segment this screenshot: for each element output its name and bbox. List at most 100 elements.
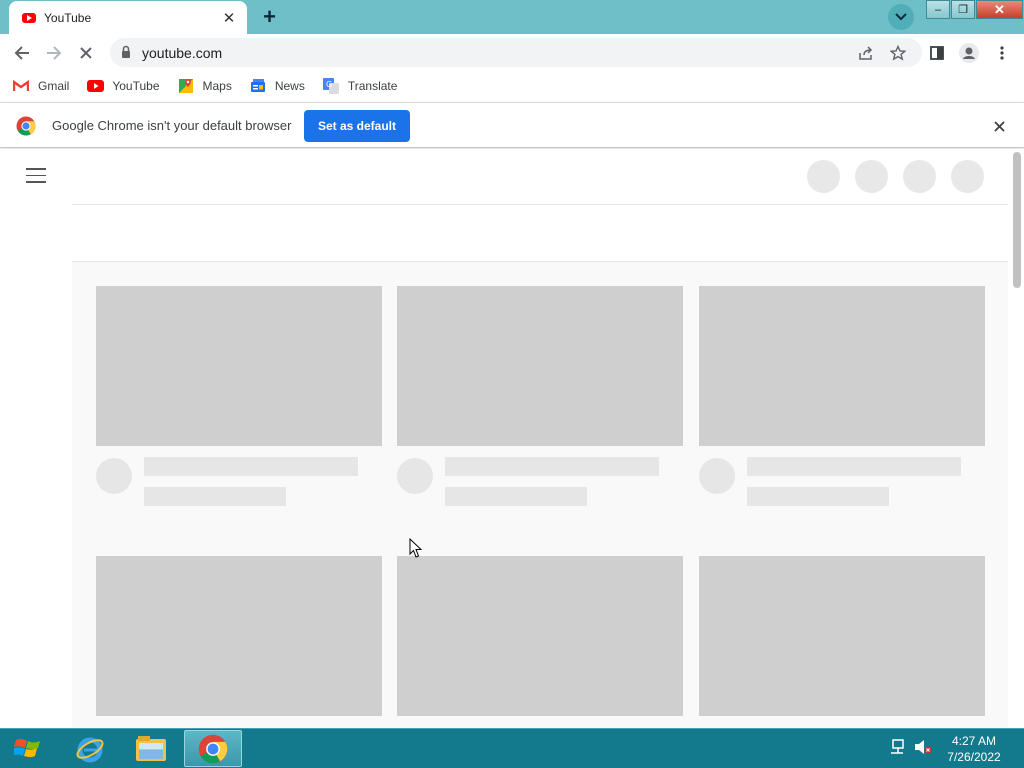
avatar-placeholder [699, 458, 735, 494]
bookmark-news[interactable]: News [249, 78, 305, 94]
page-scrollbar[interactable] [1010, 149, 1024, 728]
header-placeholder-circle [807, 160, 840, 193]
bookmark-translate[interactable]: G Translate [322, 77, 398, 94]
title-placeholder [445, 457, 659, 476]
tab-title: YouTube [44, 10, 92, 25]
title-bar: YouTube ✕ + – ❐ ✕ [0, 0, 1024, 34]
share-icon [859, 46, 873, 60]
close-icon [993, 120, 1005, 132]
thumbnail-placeholder [96, 286, 382, 446]
bookmarks-bar: Gmail YouTube Maps News G Translate [0, 70, 1024, 101]
taskbar: 4:27 AM 7/26/2022 [0, 728, 1024, 768]
thumbnail-placeholder [96, 556, 382, 716]
thumbnail-placeholder [699, 556, 985, 716]
bookmark-label: Translate [347, 78, 398, 93]
share-button[interactable] [856, 43, 876, 63]
star-icon [890, 45, 906, 61]
menu-icon[interactable] [26, 168, 46, 183]
bookmark-gmail[interactable]: Gmail [12, 78, 69, 94]
maps-icon [177, 78, 195, 94]
internet-explorer-icon [76, 737, 104, 762]
address-bar[interactable]: youtube.com [110, 38, 922, 67]
minimize-button[interactable]: – [926, 0, 950, 19]
taskbar-internet-explorer[interactable] [61, 730, 119, 767]
side-panel-icon [930, 46, 944, 60]
infobar-close-button[interactable] [990, 117, 1008, 135]
youtube-page [0, 149, 1024, 728]
gmail-icon [12, 78, 30, 94]
divider [72, 204, 1008, 205]
close-icon [80, 47, 92, 59]
translate-icon: G [322, 77, 340, 94]
video-card-placeholder [96, 286, 382, 516]
video-card-placeholder [96, 556, 382, 716]
header-placeholder-circle [903, 160, 936, 193]
windows-logo-icon [14, 738, 40, 758]
system-tray [888, 739, 932, 755]
avatar-placeholder [397, 458, 433, 494]
window-controls: – ❐ ✕ [926, 0, 1024, 20]
youtube-icon [22, 12, 36, 23]
taskbar-chrome[interactable] [184, 730, 242, 767]
bookmark-star-button[interactable] [888, 43, 908, 63]
set-as-default-button[interactable]: Set as default [304, 110, 410, 142]
restore-button[interactable]: ❐ [951, 0, 975, 19]
clock-time: 4:27 AM [951, 734, 997, 748]
chrome-icon [16, 116, 36, 136]
forward-button[interactable] [41, 40, 67, 66]
avatar-icon [959, 43, 979, 63]
new-tab-button[interactable]: + [256, 4, 283, 29]
url-text[interactable]: youtube.com [142, 45, 222, 61]
bookmark-label: Maps [202, 78, 232, 93]
mouse-cursor-icon [409, 538, 423, 558]
thumbnail-placeholder [397, 556, 683, 716]
title-placeholder [747, 457, 961, 476]
lock-icon[interactable] [121, 45, 131, 59]
bookmark-youtube[interactable]: YouTube [86, 78, 160, 94]
side-panel-button[interactable] [924, 40, 950, 66]
file-explorer-icon [136, 735, 166, 761]
header-placeholder-circle [855, 160, 888, 193]
scroll-thumb[interactable] [1013, 152, 1021, 288]
browser-toolbar: youtube.com [0, 34, 1024, 70]
volume-muted-icon[interactable] [914, 739, 932, 755]
more-vert-icon [1000, 46, 1004, 60]
bookmark-label: YouTube [112, 78, 160, 93]
bookmark-label: News [274, 78, 305, 93]
tab-youtube[interactable]: YouTube ✕ [9, 1, 247, 34]
close-window-button[interactable]: ✕ [976, 0, 1023, 19]
subtitle-placeholder [445, 487, 587, 506]
infobar-message: Google Chrome isn't your default browser [52, 118, 292, 133]
chrome-icon [198, 734, 228, 763]
tab-search-button[interactable] [888, 4, 914, 30]
video-card-placeholder [397, 286, 683, 516]
subtitle-placeholder [144, 487, 286, 506]
taskbar-file-explorer[interactable] [122, 730, 180, 767]
arrow-right-icon [47, 46, 62, 60]
header-placeholders [807, 160, 999, 193]
arrow-left-icon [14, 46, 29, 60]
back-button[interactable] [9, 40, 35, 66]
thumbnail-placeholder [699, 286, 985, 446]
subtitle-placeholder [747, 487, 889, 506]
bookmark-maps[interactable]: Maps [177, 78, 232, 94]
bookmark-label: Gmail [38, 78, 70, 93]
thumbnail-placeholder [397, 286, 683, 446]
clock[interactable]: 4:27 AM 7/26/2022 [940, 733, 1008, 765]
network-icon[interactable] [888, 739, 906, 755]
chevron-down-icon [895, 13, 907, 21]
default-browser-infobar: Google Chrome isn't your default browser… [0, 102, 1024, 148]
svg-text:G: G [326, 80, 332, 89]
news-icon [249, 78, 267, 94]
video-card-placeholder [699, 286, 985, 516]
menu-button[interactable] [989, 40, 1015, 66]
avatar-placeholder [96, 458, 132, 494]
profile-button[interactable] [956, 40, 982, 66]
clock-date: 7/26/2022 [947, 750, 1001, 764]
video-card-placeholder [699, 556, 985, 716]
title-placeholder [144, 457, 358, 476]
youtube-icon [86, 78, 104, 94]
tab-close-button[interactable]: ✕ [221, 9, 237, 27]
stop-loading-button[interactable] [73, 40, 99, 66]
start-button[interactable] [6, 731, 50, 767]
